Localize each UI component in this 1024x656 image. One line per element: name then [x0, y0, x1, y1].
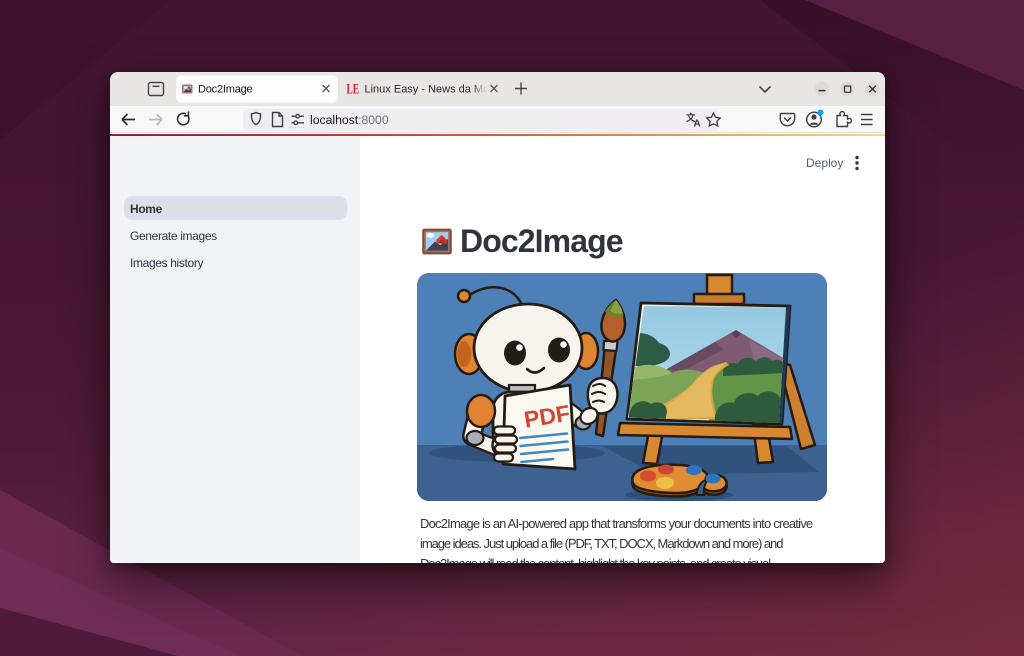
svg-text:localhost:8000: localhost:8000 — [310, 113, 389, 127]
svg-text:LE: LE — [347, 82, 360, 98]
svg-text:Doc2Image: Doc2Image — [198, 84, 253, 96]
svg-text:A: A — [694, 119, 701, 130]
